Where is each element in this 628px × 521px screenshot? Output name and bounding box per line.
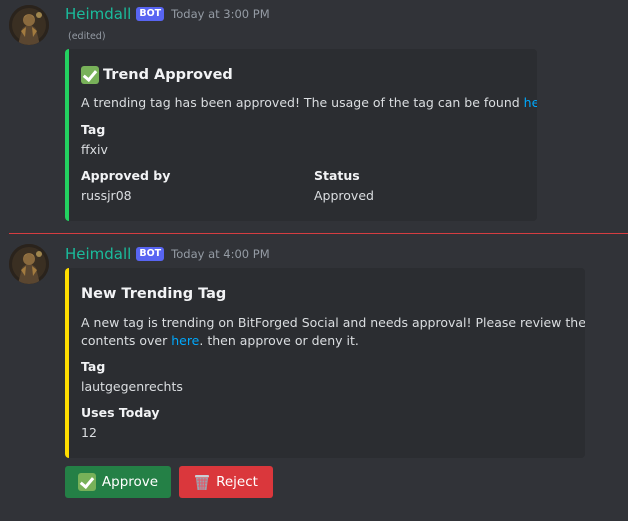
embed-description-line2: contents over here. then approve or deny… <box>81 332 576 350</box>
check-mark-button-icon <box>81 66 99 84</box>
here-link[interactable]: here <box>171 333 199 348</box>
embed-description-line1: A new tag is trending on BitForged Socia… <box>81 315 585 330</box>
bot-tag: BOT <box>136 7 165 21</box>
embed-accent-bar <box>65 49 69 221</box>
embed-title-text: New Trending Tag <box>81 286 227 302</box>
field-name-uses-today: Uses Today <box>81 405 160 420</box>
field-value-approved-by: russjr08 <box>81 188 132 203</box>
bot-tag: BOT <box>136 247 165 261</box>
approve-button-label: Approve <box>101 474 159 490</box>
username[interactable]: Heimdall <box>65 5 131 23</box>
embed-description-text: A trending tag has been approved! The us… <box>81 95 524 110</box>
embed-accent-bar <box>65 268 69 458</box>
message-new-trending-tag: Heimdall BOT Today at 4:00 PM New Trendi… <box>0 233 628 521</box>
here-link[interactable]: here <box>524 95 537 110</box>
reject-button-label: Reject <box>216 474 258 490</box>
field-name-tag: Tag <box>81 122 106 137</box>
embed-description-line2-start: contents over <box>81 333 172 348</box>
embed-description-line2-end: . then approve or deny it. <box>199 333 359 348</box>
username[interactable]: Heimdall <box>65 245 131 263</box>
field-value-tag: lautgegenrechts <box>81 379 183 394</box>
embed-new-trending-tag: New Trending Tag A new tag is trending o… <box>65 268 585 458</box>
timestamp[interactable]: Today at 4:00 PM <box>171 247 269 261</box>
field-name-tag: Tag <box>81 359 106 374</box>
wastebasket-icon <box>194 474 210 491</box>
embed-title: New Trending Tag <box>81 285 226 303</box>
check-mark-button-icon <box>77 473 96 491</box>
field-value-uses-today: 12 <box>81 425 97 440</box>
message-trend-approved: Heimdall BOT Today at 3:00 PM (edited) T… <box>0 0 628 230</box>
message-header: Heimdall BOT Today at 3:00 PM <box>65 3 270 25</box>
embed-description: A trending tag has been approved! The us… <box>81 94 537 112</box>
reject-button[interactable]: Reject <box>179 466 273 498</box>
embed-title-text: Trend Approved <box>103 67 233 83</box>
edited-label: (edited) <box>68 31 106 42</box>
approve-button[interactable]: Approve <box>65 466 171 498</box>
timestamp[interactable]: Today at 3:00 PM <box>171 7 269 21</box>
field-value-status: Approved <box>314 188 374 203</box>
embed-trend-approved: Trend Approved A trending tag has been a… <box>65 49 537 221</box>
field-name-status: Status <box>314 168 360 183</box>
embed-title: Trend Approved <box>81 66 233 84</box>
field-name-approved-by: Approved by <box>81 168 171 183</box>
field-value-tag: ffxiv <box>81 142 108 157</box>
embed-description: A new tag is trending on BitForged Socia… <box>81 314 585 350</box>
message-header: Heimdall BOT Today at 4:00 PM <box>65 243 270 265</box>
avatar[interactable] <box>9 244 49 284</box>
avatar[interactable] <box>9 5 49 45</box>
